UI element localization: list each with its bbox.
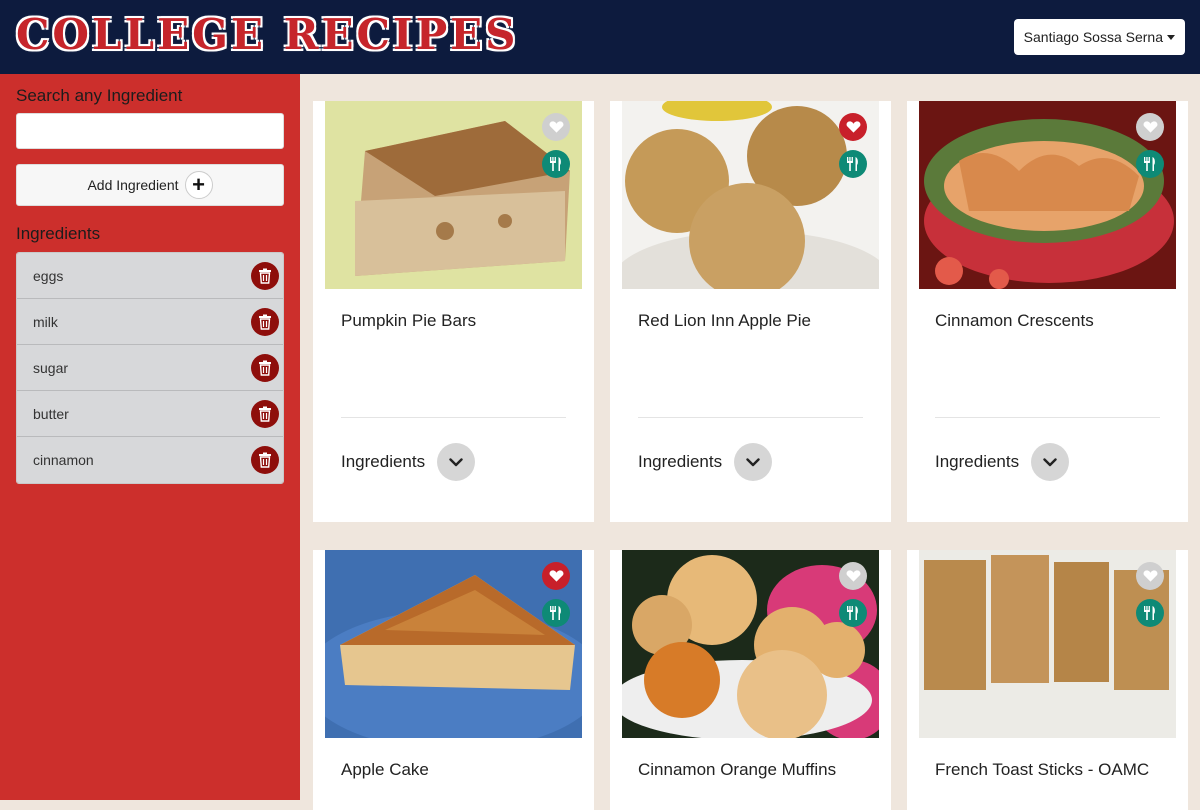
heart-icon[interactable] [1136, 562, 1164, 590]
ingredients-toggle[interactable]: Ingredients [935, 443, 1070, 481]
ingredient-item: sugar [17, 345, 283, 391]
ingredients-heading: Ingredients [16, 224, 101, 243]
recipe-card[interactable]: Pumpkin Pie Bars Ingredients [313, 101, 594, 522]
card-divider [935, 417, 1160, 418]
trash-icon[interactable] [251, 446, 279, 474]
utensils-icon[interactable] [542, 599, 570, 627]
add-ingredient-label: Add Ingredient [87, 177, 179, 193]
ingredient-label: sugar [33, 359, 69, 376]
trash-icon[interactable] [251, 307, 279, 336]
chevron-down-icon[interactable] [734, 443, 773, 481]
recipe-title: Cinnamon Orange Muffins [638, 760, 837, 779]
heart-icon[interactable] [542, 562, 570, 590]
ingredient-sidebar: Search any Ingredient Add Ingredient + I… [0, 74, 300, 800]
ingredient-label: butter [33, 405, 69, 422]
trash-icon[interactable] [251, 353, 279, 382]
heart-icon[interactable] [839, 113, 867, 141]
caret-down-icon [1167, 34, 1175, 40]
search-label: Search any Ingredient [16, 86, 183, 105]
recipe-card[interactable]: French Toast Sticks - OAMC [907, 550, 1188, 810]
trash-icon[interactable] [251, 261, 279, 290]
ingredient-label: eggs [33, 267, 64, 284]
ingredient-label: cinnamon [33, 452, 94, 468]
recipe-title: Apple Cake [341, 760, 429, 779]
heart-icon[interactable] [542, 113, 570, 141]
utensils-icon[interactable] [542, 150, 570, 178]
card-divider [638, 417, 863, 418]
ingredient-label: milk [33, 313, 58, 330]
user-name: Santiago Sossa Serna [1023, 29, 1163, 45]
recipe-card[interactable]: Cinnamon Crescents Ingredients [907, 101, 1188, 522]
recipe-title: French Toast Sticks - OAMC [935, 760, 1150, 779]
utensils-icon[interactable] [1136, 150, 1164, 178]
ingredient-list: eggs milk sugar butter cinnamon [16, 252, 284, 484]
utensils-icon[interactable] [839, 599, 867, 627]
ingredients-toggle[interactable]: Ingredients [638, 443, 773, 481]
add-ingredient-button[interactable]: Add Ingredient + [16, 164, 284, 206]
chevron-down-icon[interactable] [1031, 443, 1070, 481]
user-menu-button[interactable]: Santiago Sossa Serna [1013, 19, 1185, 55]
chevron-down-icon[interactable] [437, 443, 476, 481]
ingredient-item: cinnamon [17, 437, 283, 483]
ingredient-item: eggs [17, 253, 283, 299]
trash-icon[interactable] [251, 399, 279, 428]
top-navbar: COLLEGE RECIPES Santiago Sossa Serna [0, 0, 1200, 74]
plus-icon: + [184, 171, 213, 199]
ingredients-toggle-label: Ingredients [341, 452, 426, 471]
card-divider [341, 417, 566, 418]
ingredient-search-input[interactable] [16, 113, 284, 149]
ingredient-item: milk [17, 299, 283, 345]
heart-icon[interactable] [839, 562, 867, 590]
recipe-card[interactable]: Apple Cake [313, 550, 594, 810]
utensils-icon[interactable] [1136, 599, 1164, 627]
app-logo[interactable]: COLLEGE RECIPES [16, 10, 519, 59]
heart-icon[interactable] [1136, 113, 1164, 141]
ingredients-toggle-label: Ingredients [935, 452, 1020, 471]
utensils-icon[interactable] [839, 150, 867, 178]
recipe-title: Cinnamon Crescents [935, 311, 1094, 330]
recipe-title: Pumpkin Pie Bars [341, 311, 477, 330]
recipe-card[interactable]: Cinnamon Orange Muffins [610, 550, 891, 810]
ingredients-toggle[interactable]: Ingredients [341, 443, 476, 481]
ingredient-item: butter [17, 391, 283, 437]
recipe-title: Red Lion Inn Apple Pie [638, 311, 811, 330]
recipe-card[interactable]: Red Lion Inn Apple Pie Ingredients [610, 101, 891, 522]
ingredients-toggle-label: Ingredients [638, 452, 723, 471]
